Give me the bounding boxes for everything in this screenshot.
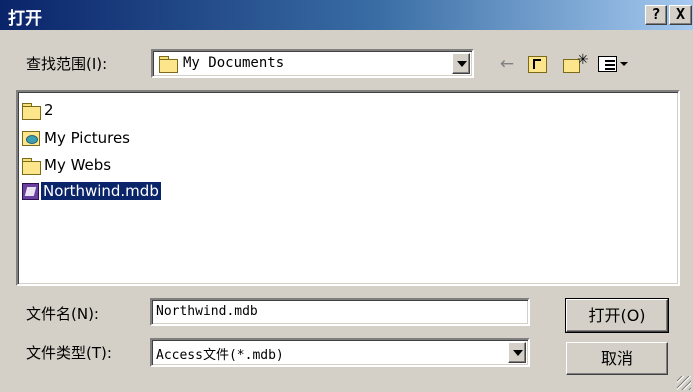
filename-input[interactable]: Northwind.mdb xyxy=(150,298,530,326)
new-folder-icon[interactable]: ✳ xyxy=(563,52,589,74)
open-button[interactable]: 打开(O) xyxy=(565,298,669,333)
folder-icon xyxy=(22,103,41,120)
list-item[interactable]: My Webs xyxy=(22,154,113,176)
lookin-label: 查找范围(I): xyxy=(26,55,108,73)
folder-icon xyxy=(22,158,41,175)
filetype-dropdown-arrow[interactable] xyxy=(508,342,526,363)
cancel-button-label: 取消 xyxy=(600,349,633,368)
filetype-combo[interactable]: Access文件(*.mdb) xyxy=(150,338,530,367)
resize-grip[interactable] xyxy=(677,376,691,390)
file-name: 2 xyxy=(44,101,54,119)
list-item[interactable]: Northwind.mdb xyxy=(22,180,162,202)
pictures-folder-icon xyxy=(22,131,40,146)
lookin-dropdown-arrow[interactable] xyxy=(452,53,470,74)
title-bar[interactable]: 打开 ? X xyxy=(0,0,693,30)
file-name: My Webs xyxy=(44,156,112,174)
filetype-label: 文件类型(T): xyxy=(26,344,112,362)
filename-value: Northwind.mdb xyxy=(156,304,258,319)
filetype-value: Access文件(*.mdb) xyxy=(156,348,284,363)
lookin-combo[interactable]: My Documents xyxy=(151,49,474,78)
views-menu-icon[interactable] xyxy=(598,56,628,74)
back-arrow-icon[interactable]: ← xyxy=(496,54,518,76)
cancel-button[interactable]: 取消 xyxy=(566,342,668,375)
help-button[interactable]: ? xyxy=(645,5,667,25)
window-title: 打开 xyxy=(8,9,42,29)
list-item[interactable]: 2 xyxy=(22,99,56,121)
lookin-value: My Documents xyxy=(183,55,285,71)
close-button[interactable]: X xyxy=(669,5,692,25)
file-name: Northwind.mdb xyxy=(40,181,162,201)
up-one-level-icon[interactable] xyxy=(528,56,547,73)
file-name: My Pictures xyxy=(44,129,130,147)
access-db-icon xyxy=(22,183,39,200)
list-item[interactable]: My Pictures xyxy=(22,127,132,149)
folder-open-icon xyxy=(159,56,178,73)
filename-label: 文件名(N): xyxy=(26,305,99,323)
open-button-label: 打开(O) xyxy=(588,306,646,325)
